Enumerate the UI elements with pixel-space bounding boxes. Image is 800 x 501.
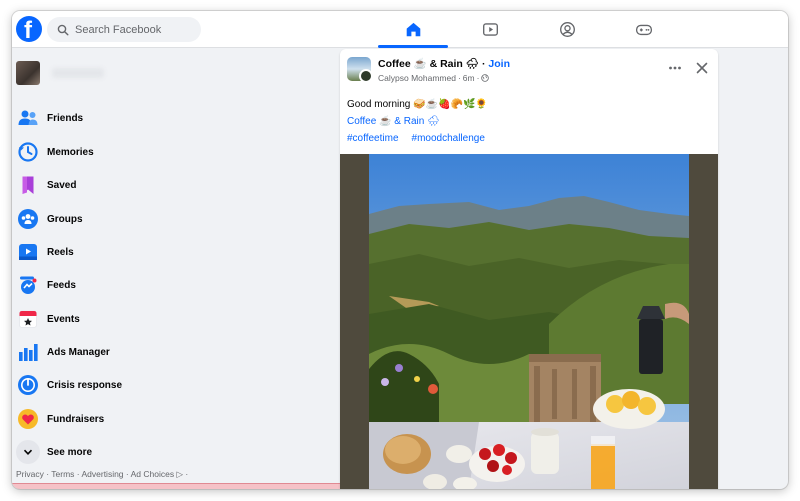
post-header: Coffee ☕ & Rain 🌧 · Join Calypso Mohamme…: [378, 57, 510, 83]
sidebar-item-memories[interactable]: Memories: [16, 137, 94, 167]
home-icon: [406, 22, 420, 37]
close-icon[interactable]: [696, 62, 708, 74]
hashtag-link[interactable]: #moodchallenge: [412, 133, 485, 144]
avatar: [16, 61, 40, 85]
sidebar-item-label: Groups: [47, 213, 83, 225]
top-navigation-bar: f: [12, 11, 788, 48]
fundraisers-heart-icon: [16, 407, 40, 431]
sidebar-item-feeds[interactable]: Feeds: [16, 270, 76, 300]
post-text: Good morning 🥪☕🍓🥐🌿🌻: [347, 99, 488, 110]
video-icon: [482, 23, 498, 36]
post-photo-frame[interactable]: [340, 154, 718, 489]
footer-links[interactable]: Privacy · Terms · Advertising · Ad Choic…: [16, 468, 336, 480]
hashtag-link[interactable]: #coffeetime: [347, 133, 399, 144]
search-icon: [57, 24, 69, 36]
friends-icon: [16, 106, 40, 130]
profile-name-blurred: [52, 68, 104, 78]
facebook-logo[interactable]: f: [16, 16, 42, 44]
crisis-response-icon: [16, 373, 40, 397]
feed-post: Coffee ☕ & Rain 🌧 · Join Calypso Mohamme…: [340, 49, 718, 489]
post-actions: [668, 61, 708, 75]
tab-home[interactable]: [378, 11, 448, 48]
groups-icon: [16, 207, 40, 231]
tab-profile[interactable]: [532, 11, 602, 48]
globe-icon: [481, 74, 490, 82]
sidebar-item-friends[interactable]: Friends: [16, 103, 83, 133]
author-avatar[interactable]: [359, 69, 373, 83]
chevron-down-icon: [16, 440, 40, 464]
more-options-icon[interactable]: [668, 61, 682, 75]
sidebar-item-label: Feeds: [47, 279, 76, 291]
post-hashtags: #coffeetime #moodchallenge: [347, 133, 485, 144]
search-input[interactable]: [75, 23, 195, 36]
sidebar-item-label: Fundraisers: [47, 413, 105, 425]
sidebar-item-label: Events: [47, 313, 80, 325]
tab-video[interactable]: [455, 11, 525, 48]
feeds-icon: [16, 273, 40, 297]
post-time[interactable]: 6m: [463, 73, 475, 83]
group-name-link[interactable]: Coffee ☕ & Rain 🌧: [378, 58, 479, 70]
tab-gaming[interactable]: [609, 11, 679, 48]
sidebar-item-label: Ads Manager: [47, 346, 110, 358]
browser-window: f Search Facebook Friends Memories Saved…: [12, 11, 788, 489]
facebook-logo-letter: f: [24, 17, 32, 44]
sidebar-item-label: Memories: [47, 146, 94, 158]
reels-icon: [16, 240, 40, 264]
left-sidebar: Friends Memories Saved Groups Reels Feed…: [12, 48, 342, 489]
sidebar-see-more[interactable]: See more: [16, 437, 92, 467]
status-strip: [12, 483, 356, 489]
meta-separator: ·: [476, 73, 480, 83]
post-meta-line: Calypso Mohammed · 6m ·: [378, 73, 510, 83]
meta-separator: ·: [457, 73, 461, 83]
sidebar-item-label: Crisis response: [47, 379, 123, 391]
sidebar-item-crisis-response[interactable]: Crisis response: [16, 370, 122, 400]
sidebar-item-saved[interactable]: Saved: [16, 170, 76, 200]
sidebar-item-ads-manager[interactable]: Ads Manager: [16, 337, 110, 367]
sidebar-item-groups[interactable]: Groups: [16, 204, 83, 234]
sidebar-item-label: Reels: [47, 246, 74, 258]
post-group-link[interactable]: Coffee ☕ & Rain 🌧: [347, 116, 440, 127]
sidebar-item-label: Friends: [47, 112, 84, 124]
sidebar-item-fundraisers[interactable]: Fundraisers: [16, 404, 104, 434]
see-more-label: See more: [47, 446, 93, 458]
search-box[interactable]: [47, 17, 201, 42]
join-link[interactable]: Join: [488, 58, 510, 70]
sidebar-profile[interactable]: [16, 61, 104, 85]
sidebar-item-reels[interactable]: Reels: [16, 237, 74, 267]
memories-clock-icon: [16, 140, 40, 164]
sidebar-item-events[interactable]: Events: [16, 304, 80, 334]
post-title-line: Coffee ☕ & Rain 🌧 · Join: [378, 57, 510, 70]
author-name-link[interactable]: Calypso Mohammed: [378, 73, 456, 83]
gaming-icon: [635, 24, 653, 36]
events-calendar-icon: [16, 307, 40, 331]
sidebar-item-label: Saved: [47, 179, 77, 191]
profile-circle-icon: [559, 22, 575, 37]
saved-bookmark-icon: [16, 173, 40, 197]
post-photo[interactable]: [369, 154, 689, 489]
ads-manager-icon: [16, 340, 40, 364]
